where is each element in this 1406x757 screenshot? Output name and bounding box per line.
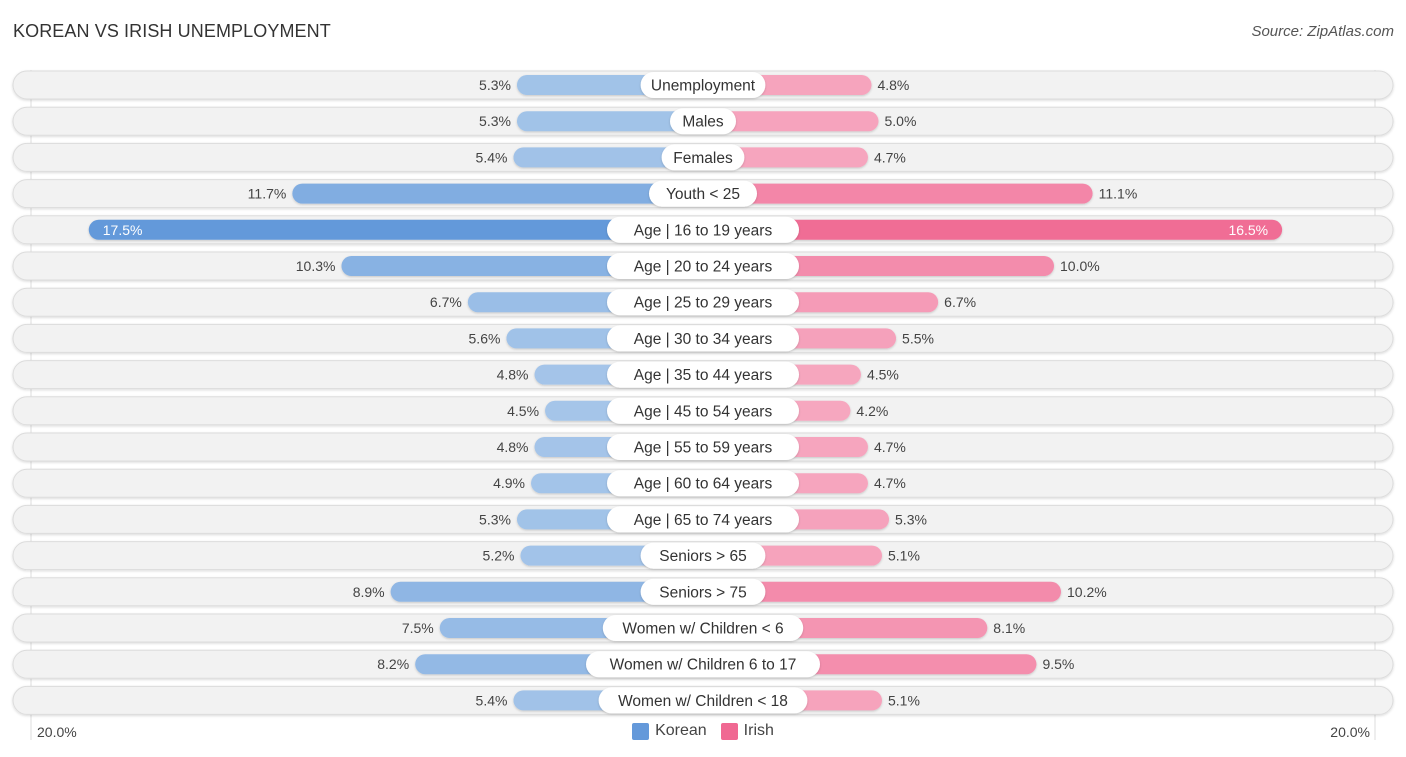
value-label-korean: 5.2% [483, 548, 515, 564]
value-label-korean: 7.5% [402, 620, 434, 636]
value-label-irish: 4.7% [874, 439, 906, 455]
category-label: Age | 25 to 29 years [634, 295, 773, 312]
value-label-korean: 8.9% [353, 584, 385, 600]
category-label: Unemployment [651, 78, 756, 95]
category-label: Youth < 25 [666, 186, 740, 203]
value-label-irish: 5.5% [902, 330, 934, 346]
category-label: Women w/ Children < 6 [622, 621, 783, 638]
chart-row[interactable]: 10.3% 10.0% Age | 20 to 24 years [12, 251, 1394, 281]
legend-item-irish[interactable]: Irish [720, 722, 774, 740]
chart-row[interactable]: 6.7% 6.7% Age | 25 to 29 years [12, 287, 1394, 317]
chart-row[interactable]: 5.3% 5.3% Age | 65 to 74 years [12, 504, 1394, 534]
chart-row[interactable]: 4.9% 4.7% Age | 60 to 64 years [12, 468, 1394, 498]
chart-row[interactable]: 11.7% 11.1% Youth < 25 [12, 179, 1394, 209]
value-label-korean: 5.3% [479, 511, 511, 527]
value-label-korean: 4.9% [493, 475, 525, 491]
category-label: Age | 60 to 64 years [634, 476, 773, 493]
value-label-irish: 16.5% [1228, 222, 1268, 238]
value-label-korean: 4.8% [497, 367, 529, 383]
value-label-irish: 4.7% [874, 475, 906, 491]
legend: Korean Irish [0, 722, 1406, 740]
value-label-irish: 9.5% [1042, 656, 1074, 672]
value-label-irish: 11.1% [1099, 186, 1138, 202]
value-label-irish: 5.0% [885, 113, 917, 129]
value-label-irish: 5.1% [888, 692, 920, 708]
value-label-korean: 6.7% [430, 294, 462, 310]
chart-row[interactable]: 7.5% 8.1% Women w/ Children < 6 [12, 613, 1394, 643]
chart-row[interactable]: 5.6% 5.5% Age | 30 to 34 years [12, 323, 1394, 353]
chart-row[interactable]: 5.3% 5.0% Males [12, 106, 1394, 136]
legend-label-irish: Irish [743, 722, 774, 739]
chart-row[interactable]: 4.8% 4.5% Age | 35 to 44 years [12, 360, 1394, 390]
value-label-irish: 4.5% [867, 367, 899, 383]
value-label-irish: 4.2% [856, 403, 888, 419]
category-label: Age | 16 to 19 years [634, 222, 773, 239]
category-label: Age | 45 to 54 years [634, 403, 773, 420]
bar-korean [292, 183, 703, 204]
value-label-korean: 5.4% [476, 692, 508, 708]
category-label: Seniors > 75 [659, 584, 746, 601]
chart-row[interactable]: 5.2% 5.1% Seniors > 65 [12, 541, 1394, 571]
value-label-korean: 4.5% [507, 403, 539, 419]
value-label-korean: 4.8% [497, 439, 529, 455]
chart-row[interactable]: 17.5% 16.5% Age | 16 to 19 years [12, 215, 1394, 245]
value-label-korean: 5.3% [479, 77, 511, 93]
chart-row[interactable]: 5.3% 4.8% Unemployment [12, 70, 1394, 100]
legend-label-korean: Korean [655, 722, 707, 739]
chart-row[interactable]: 4.8% 4.7% Age | 55 to 59 years [12, 432, 1394, 462]
legend-swatch-korean [632, 722, 650, 740]
value-label-irish: 10.0% [1060, 258, 1100, 274]
value-label-korean: 5.4% [476, 149, 508, 165]
chart-row[interactable]: 4.5% 4.2% Age | 45 to 54 years [12, 396, 1394, 426]
category-label: Age | 35 to 44 years [634, 367, 773, 384]
value-label-irish: 5.3% [895, 511, 927, 527]
value-label-korean: 8.2% [377, 656, 409, 672]
category-label: Women w/ Children < 18 [618, 693, 788, 710]
value-label-korean: 5.3% [479, 113, 511, 129]
diverging-bar-chart: 5.3% 4.8% Unemployment 5.3% 5.0% Males 5.4% 4.7… [12, 70, 1394, 740]
category-label: Males [682, 114, 724, 131]
value-label-irish: 6.7% [944, 294, 976, 310]
bar-irish [703, 183, 1093, 204]
legend-item-korean[interactable]: Korean [632, 722, 707, 740]
value-label-irish: 8.1% [993, 620, 1025, 636]
value-label-korean: 17.5% [103, 222, 143, 238]
value-label-korean: 10.3% [296, 258, 336, 274]
value-label-irish: 5.1% [888, 548, 920, 564]
category-label: Age | 20 to 24 years [634, 259, 773, 276]
category-label: Females [673, 150, 733, 167]
chart-row[interactable]: 8.2% 9.5% Women w/ Children 6 to 17 [12, 649, 1394, 679]
category-label: Age | 30 to 34 years [634, 331, 773, 348]
category-label: Age | 65 to 74 years [634, 512, 773, 529]
category-label: Women w/ Children 6 to 17 [610, 657, 797, 674]
legend-swatch-irish [720, 722, 738, 740]
value-label-irish: 10.2% [1067, 584, 1107, 600]
chart-row[interactable]: 5.4% 5.1% Women w/ Children < 18 [12, 685, 1394, 715]
category-label: Seniors > 65 [659, 548, 746, 565]
chart-row[interactable]: 5.4% 4.7% Females [12, 142, 1394, 172]
chart-row[interactable]: 8.9% 10.2% Seniors > 75 [12, 577, 1394, 607]
value-label-korean: 5.6% [469, 330, 501, 346]
value-label-irish: 4.8% [877, 77, 909, 93]
value-label-irish: 4.7% [874, 149, 906, 165]
value-label-korean: 11.7% [248, 186, 287, 202]
category-label: Age | 55 to 59 years [634, 440, 773, 457]
